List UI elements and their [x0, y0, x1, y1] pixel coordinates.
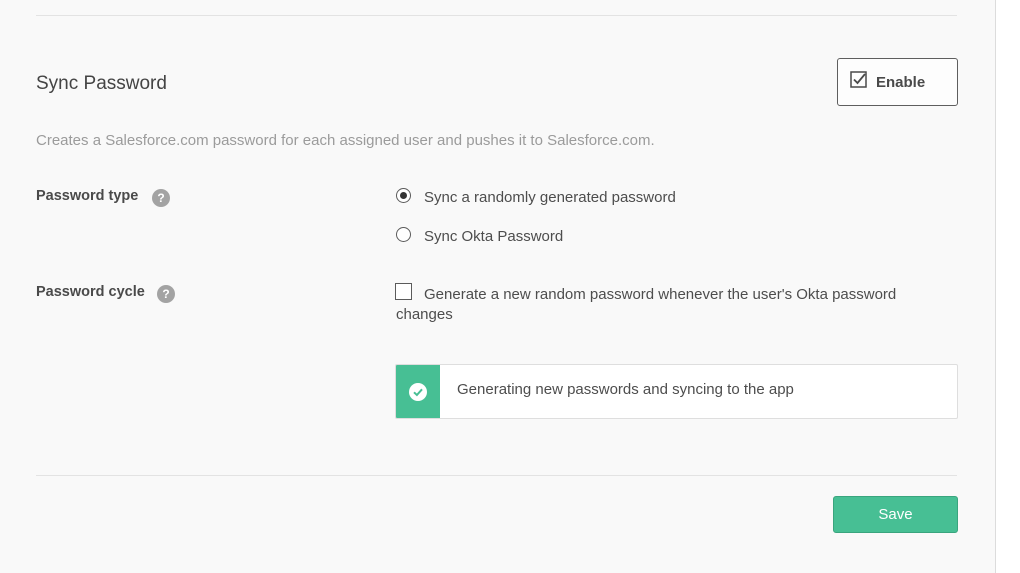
enable-button[interactable]: Enable	[837, 58, 958, 106]
password-cycle-checkbox-label[interactable]: Generate a new random password whenever …	[396, 285, 956, 325]
bottom-divider	[36, 475, 957, 476]
help-icon[interactable]: ?	[157, 285, 175, 303]
sync-password-panel: Sync Password Enable Creates a Salesforc…	[0, 0, 996, 573]
checkbox-checked-icon	[850, 71, 867, 88]
radio-okta-password-label[interactable]: Sync Okta Password	[424, 228, 563, 245]
radio-random-password-label[interactable]: Sync a randomly generated password	[424, 189, 676, 206]
status-indicator-strip	[396, 365, 440, 418]
section-description: Creates a Salesforce.com password for ea…	[36, 132, 655, 149]
radio-random-password[interactable]	[396, 188, 411, 203]
save-button[interactable]: Save	[833, 496, 958, 533]
help-icon[interactable]: ?	[152, 189, 170, 207]
status-text: Generating new passwords and syncing to …	[457, 381, 794, 398]
status-message: Generating new passwords and syncing to …	[395, 364, 958, 419]
section-title: Sync Password	[36, 73, 167, 94]
top-divider	[36, 15, 957, 16]
password-type-label: Password type	[36, 188, 139, 204]
enable-label: Enable	[876, 74, 926, 91]
success-check-icon	[409, 383, 427, 401]
password-cycle-label: Password cycle	[36, 284, 145, 300]
radio-okta-password[interactable]	[396, 227, 411, 242]
